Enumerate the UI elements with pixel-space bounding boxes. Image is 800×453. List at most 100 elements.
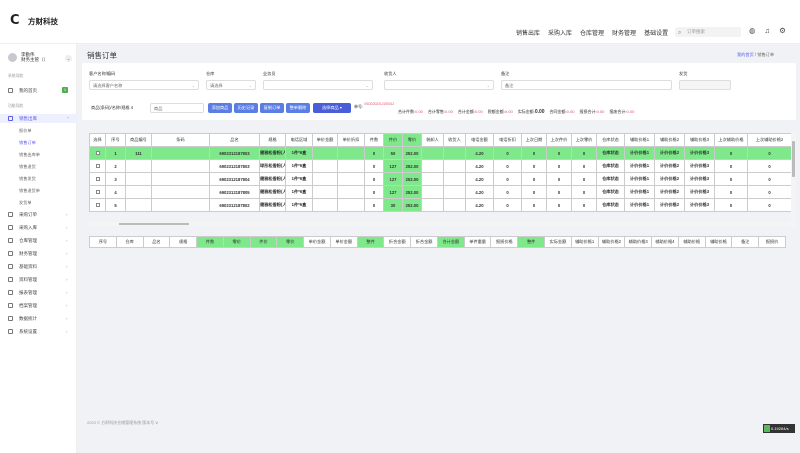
row-checkbox-cell[interactable] xyxy=(89,159,106,173)
receiver-select[interactable]: ⌄ xyxy=(384,80,494,90)
column-header[interactable]: 品名 xyxy=(209,133,260,147)
column-header[interactable]: 上次辅助价格2 xyxy=(747,133,792,147)
table-row[interactable]: 56902312187802健雅松香粉(人民币)1件*6盒030252.004.… xyxy=(89,198,792,212)
row-checkbox-cell[interactable] xyxy=(89,172,106,186)
column-header[interactable]: 件价 xyxy=(383,133,403,147)
column-header[interactable]: 电话金额 xyxy=(465,133,494,147)
table-row[interactable]: 11116902312187803健雅松香粉(人民币)1件*6盒050252.0… xyxy=(89,146,792,160)
column-header[interactable]: 规格 xyxy=(259,133,286,147)
sidebar-item-warehouse[interactable]: 仓库管理 › xyxy=(0,236,77,245)
column-header[interactable]: 单价金额 xyxy=(312,133,338,147)
table-row[interactable]: 46902312187805健雅松香粉(人民币)1件*6盒0127252.004… xyxy=(89,185,792,199)
search-input[interactable]: ⌕ 订单搜索 xyxy=(675,27,741,37)
sidebar-sub-return-order[interactable]: 销售退货单 xyxy=(19,188,40,194)
column-header[interactable]: 规格 xyxy=(169,236,198,248)
column-header[interactable]: 辅助价格2 xyxy=(597,236,626,248)
sidebar-sub-quote[interactable]: 报价单 xyxy=(19,128,32,134)
sidebar-item-purchase-order[interactable]: 采购订单 › xyxy=(0,210,77,219)
sidebar-item-home[interactable]: 我的首页 1 xyxy=(0,86,77,95)
column-header[interactable]: 合计金额 xyxy=(436,236,465,248)
row-checkbox-cell[interactable] xyxy=(89,185,106,199)
sidebar-sub-sales-order[interactable]: 销售订单 xyxy=(19,140,36,146)
column-header[interactable]: 单件重量 xyxy=(463,236,492,248)
sidebar-item-basic-data[interactable]: 基础资料 › xyxy=(0,262,77,271)
sidebar-sub-ship[interactable]: 销售发货 xyxy=(19,176,36,182)
column-header[interactable]: 折合金额 xyxy=(383,236,412,248)
column-header[interactable]: 件数 xyxy=(364,133,384,147)
copy-order-button[interactable]: 复制订单 xyxy=(260,103,284,113)
row-checkbox[interactable] xyxy=(95,164,100,169)
column-header[interactable]: 电话区域 xyxy=(285,133,313,147)
sidebar-item-data-mgmt[interactable]: 资料管理 › xyxy=(0,275,77,284)
row-checkbox[interactable] xyxy=(95,203,100,208)
row-checkbox-cell[interactable] xyxy=(89,198,106,212)
column-header[interactable]: 辅助价格3 xyxy=(624,236,653,248)
ship-input[interactable] xyxy=(679,80,731,90)
horizontal-scrollbar[interactable] xyxy=(89,222,791,226)
column-header[interactable]: 单价金额 xyxy=(329,236,358,248)
column-header[interactable]: 辅助价格 xyxy=(704,236,733,248)
column-header[interactable]: 仓库 xyxy=(115,236,144,248)
user-profile[interactable]: 李勤伟 财务主管（） xyxy=(8,52,48,62)
topnav-finance[interactable]: 财务管理 xyxy=(612,28,636,37)
column-header[interactable]: 序号 xyxy=(89,236,117,248)
row-checkbox[interactable] xyxy=(95,190,100,195)
add-product-button[interactable]: 添加商品 xyxy=(208,103,232,113)
column-header[interactable]: 电话折扣 xyxy=(493,133,522,147)
column-header[interactable]: 选择 xyxy=(89,133,106,147)
vertical-scrollbar[interactable] xyxy=(791,133,796,227)
sidebar-item-purchase-in[interactable]: 采购入库 › xyxy=(0,223,77,232)
column-header[interactable]: 辅助价格2 xyxy=(654,133,685,147)
column-header[interactable]: 辅助价格1 xyxy=(624,133,655,147)
column-header[interactable]: 整件 xyxy=(517,236,546,248)
topnav-settings[interactable]: 基础设置 xyxy=(644,28,668,37)
sidebar-item-system[interactable]: 系统设置 › xyxy=(0,327,77,336)
table-row[interactable]: 26902312187803球形松香粉(人民币)1件*6盒0127252.004… xyxy=(89,159,792,173)
customer-select[interactable]: 请选择客户名称 ⌄ xyxy=(89,80,199,90)
sidebar-sub-delivery[interactable]: 发货单 xyxy=(19,200,32,206)
column-header[interactable]: 辅助价格3 xyxy=(684,133,715,147)
column-header[interactable]: 上次日期 xyxy=(521,133,547,147)
sidebar-item-finance[interactable]: 财务管理 › xyxy=(0,249,77,258)
row-checkbox[interactable] xyxy=(95,151,100,156)
sidebar-sub-return[interactable]: 销售退货 xyxy=(19,164,36,170)
column-header[interactable]: 备注 xyxy=(731,236,760,248)
column-header[interactable]: 上次零价 xyxy=(571,133,597,147)
column-header[interactable]: 件价 xyxy=(249,236,278,248)
column-header[interactable]: 零价 xyxy=(402,133,422,147)
column-header[interactable]: 报损价格 xyxy=(490,236,519,248)
sidebar-item-archive[interactable]: 档案管理 › xyxy=(0,301,77,310)
column-header[interactable]: 品名 xyxy=(142,236,171,248)
column-header[interactable]: 仓库状态 xyxy=(596,133,625,147)
history-button[interactable]: 历史记录 xyxy=(234,103,258,113)
column-header[interactable]: 装卸人 xyxy=(421,133,444,147)
column-header[interactable]: 条码 xyxy=(151,133,210,147)
sidebar-sub-sales-out[interactable]: 销售出库单 xyxy=(19,152,40,158)
column-header[interactable]: 单价金额 xyxy=(303,236,331,248)
scrollbar-thumb[interactable] xyxy=(792,141,795,177)
column-header[interactable]: 商品编号 xyxy=(125,133,152,147)
salesman-select[interactable]: ⌄ xyxy=(263,80,373,90)
column-header[interactable]: 件数 xyxy=(196,236,224,248)
delete-order-button[interactable]: 整单删除 xyxy=(286,103,310,113)
column-header[interactable]: 收货人 xyxy=(443,133,466,147)
column-header[interactable]: 辅助价格4 xyxy=(651,236,679,248)
column-header[interactable]: 实际金额 xyxy=(544,236,572,248)
globe-icon[interactable]: ◍ xyxy=(749,26,756,35)
sidebar-item-sales[interactable]: 销售出库 ⌃ xyxy=(0,114,77,123)
column-header[interactable]: 零价 xyxy=(222,236,251,248)
column-header[interactable]: 上次件价 xyxy=(546,133,572,147)
topnav-purchase-in[interactable]: 采购入库 xyxy=(548,28,572,37)
column-header[interactable]: 辅助价格1 xyxy=(570,236,599,248)
remark-input[interactable]: 备注 xyxy=(501,80,672,90)
topnav-sales-out[interactable]: 销售出库 xyxy=(516,28,540,37)
select-product-button[interactable]: 选择商品 ▾ xyxy=(313,103,351,113)
column-header[interactable]: 单价折扣 xyxy=(337,133,365,147)
breadcrumb-home[interactable]: 我的首页 xyxy=(737,52,754,57)
bell-icon[interactable]: ♫ xyxy=(765,26,771,35)
row-checkbox-cell[interactable] xyxy=(89,146,106,160)
table-row[interactable]: 36902312187804健雅松香粉(人民币)1件*6盒0127252.004… xyxy=(89,172,792,186)
row-checkbox[interactable] xyxy=(95,177,100,182)
topnav-warehouse[interactable]: 仓库管理 xyxy=(580,28,604,37)
column-header[interactable]: 折合金额 xyxy=(410,236,438,248)
